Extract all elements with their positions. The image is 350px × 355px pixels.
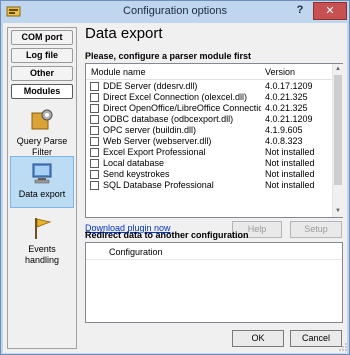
close-button[interactable]: ✕ <box>313 2 347 20</box>
tab-other[interactable]: Other <box>11 66 73 81</box>
parser-instruction: Please, configure a parser module first <box>85 51 252 61</box>
module-row[interactable]: SQL Database Professional Not installed <box>86 180 332 191</box>
module-version: Not installed <box>265 169 315 179</box>
scroll-thumb[interactable] <box>334 75 342 185</box>
divider <box>86 259 342 260</box>
page-title: Data export <box>85 25 163 42</box>
module-checkbox[interactable] <box>90 126 99 135</box>
help-title-button[interactable]: ? <box>290 2 310 20</box>
setup-button[interactable]: Setup <box>290 221 342 238</box>
module-name: Direct Excel Connection (olexcel.dll) <box>103 92 248 102</box>
module-checkbox[interactable] <box>90 115 99 124</box>
module-name: Excel Export Professional <box>103 147 206 157</box>
module-version: 4.0.21.325 <box>265 92 308 102</box>
client-area: COM port Log file Other Modules Query Pa… <box>3 23 347 353</box>
tab-modules[interactable]: Modules <box>11 84 73 99</box>
redirect-list[interactable]: Configuration <box>85 242 343 323</box>
list-scrollbar[interactable]: ▲ ▼ <box>332 64 343 217</box>
ok-button[interactable]: OK <box>232 330 284 347</box>
column-configuration[interactable]: Configuration <box>109 247 163 257</box>
sidebar-item-label: Events handling <box>24 244 60 265</box>
module-version: 4.0.21.1209 <box>265 114 313 124</box>
module-row[interactable]: ODBC database (odbcexport.dll) 4.0.21.120… <box>86 114 332 125</box>
module-checkbox[interactable] <box>90 148 99 157</box>
module-row[interactable]: Direct OpenOffice/LibreOffice Connection… <box>86 103 332 114</box>
module-row[interactable]: Web Server (webserver.dll) 4.0.8.323 <box>86 136 332 147</box>
module-name: OPC server (buildin.dll) <box>103 125 197 135</box>
module-name: Send keystrokes <box>103 169 170 179</box>
module-checkbox[interactable] <box>90 137 99 146</box>
module-name: ODBC database (odbcexport.dll) <box>103 114 234 124</box>
title-bar[interactable]: Configuration options ? ✕ <box>1 1 349 22</box>
scroll-up-icon[interactable]: ▲ <box>333 64 343 74</box>
module-checkbox[interactable] <box>90 181 99 190</box>
module-row[interactable]: Direct Excel Connection (olexcel.dll) 4.0… <box>86 92 332 103</box>
module-row[interactable]: OPC server (buildin.dll) 4.1.9.605 <box>86 125 332 136</box>
sidebar-item-label: Query Parse Filter <box>16 136 68 157</box>
module-version: 4.0.8.323 <box>265 136 303 146</box>
module-version: 4.1.9.605 <box>265 125 303 135</box>
column-module-name[interactable]: Module name <box>91 67 146 77</box>
module-checkbox[interactable] <box>90 159 99 168</box>
module-version: 4.0.17.1209 <box>265 81 313 91</box>
module-checkbox[interactable] <box>90 170 99 179</box>
module-rows: DDE Server (ddesrv.dll) 4.0.17.1209 Direct… <box>86 81 332 218</box>
module-name: Local database <box>103 158 165 168</box>
sidebar-item-label: Data export <box>18 189 66 199</box>
module-version: Not installed <box>265 147 315 157</box>
scroll-down-icon[interactable]: ▼ <box>333 206 343 216</box>
module-checkbox[interactable] <box>90 93 99 102</box>
module-version: Not installed <box>265 180 315 190</box>
sidebar-item-data-export[interactable]: Data export <box>10 156 74 208</box>
module-name: Web Server (webserver.dll) <box>103 136 212 146</box>
module-name: SQL Database Professional <box>103 180 214 190</box>
configuration-window: Configuration options ? ✕ COM port Log f… <box>0 0 350 355</box>
resize-grip-icon[interactable] <box>339 343 347 351</box>
computer-export-icon <box>32 163 52 184</box>
module-name: DDE Server (ddesrv.dll) <box>103 81 198 91</box>
module-row[interactable]: DDE Server (ddesrv.dll) 4.0.17.1209 <box>86 81 332 92</box>
list-header: Module name Version <box>86 64 332 80</box>
module-checkbox[interactable] <box>90 82 99 91</box>
module-row[interactable]: Excel Export Professional Not installed <box>86 147 332 158</box>
gear-puzzle-icon <box>31 109 53 130</box>
module-version: Not installed <box>265 158 315 168</box>
tab-log-file[interactable]: Log file <box>11 48 73 63</box>
module-version: 4.0.21.325 <box>265 103 308 113</box>
tab-com-port[interactable]: COM port <box>11 30 73 45</box>
sidebar: COM port Log file Other Modules Query Pa… <box>7 27 77 349</box>
column-version[interactable]: Version <box>265 67 295 77</box>
cancel-button[interactable]: Cancel <box>290 330 342 347</box>
modules-list[interactable]: Module name Version DDE Server (ddesrv.d… <box>85 63 343 218</box>
module-row[interactable]: Send keystrokes Not installed <box>86 169 332 180</box>
module-row[interactable]: Local database Not installed <box>86 158 332 169</box>
module-name: Direct OpenOffice/LibreOffice Connection… <box>103 103 261 113</box>
flag-icon <box>35 218 52 239</box>
module-checkbox[interactable] <box>90 104 99 113</box>
sidebar-item-events-handling[interactable]: Events handling <box>10 212 74 265</box>
redirect-heading: Redirect data to another configuration <box>85 230 249 240</box>
sidebar-item-query-parse-filter[interactable]: Query Parse Filter <box>10 104 74 157</box>
